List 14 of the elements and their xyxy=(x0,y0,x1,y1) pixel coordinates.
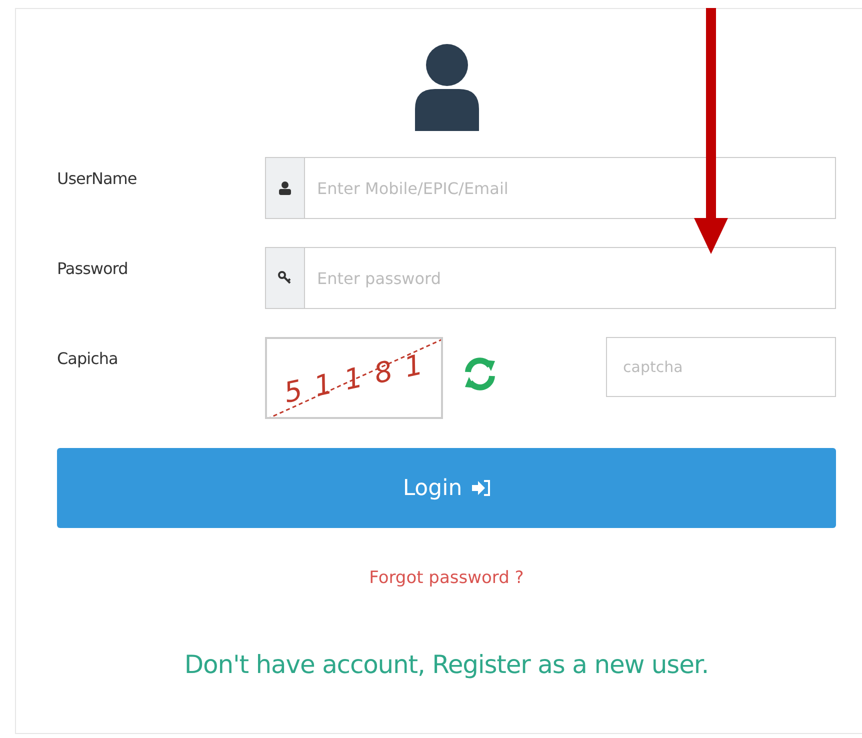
field-label: UserName xyxy=(57,168,138,188)
login-button[interactable]: Login xyxy=(57,448,836,528)
field-label: Capicha xyxy=(57,348,119,368)
user-icon xyxy=(279,181,291,195)
user-avatar-icon xyxy=(414,43,478,131)
key-icon xyxy=(278,271,292,285)
forgot-password-link[interactable]: Forgot password ? xyxy=(369,568,524,588)
sign-in-icon xyxy=(472,480,490,496)
input-field[interactable]: Enter Mobile/EPIC/Email xyxy=(305,157,836,219)
field-label: Password xyxy=(57,258,129,278)
refresh-icon[interactable] xyxy=(463,355,497,393)
register-link[interactable]: Don't have account, Register as a new user. xyxy=(184,650,709,679)
input-field[interactable]: Enter password xyxy=(305,247,836,309)
captcha-field[interactable]: captcha xyxy=(606,337,836,397)
